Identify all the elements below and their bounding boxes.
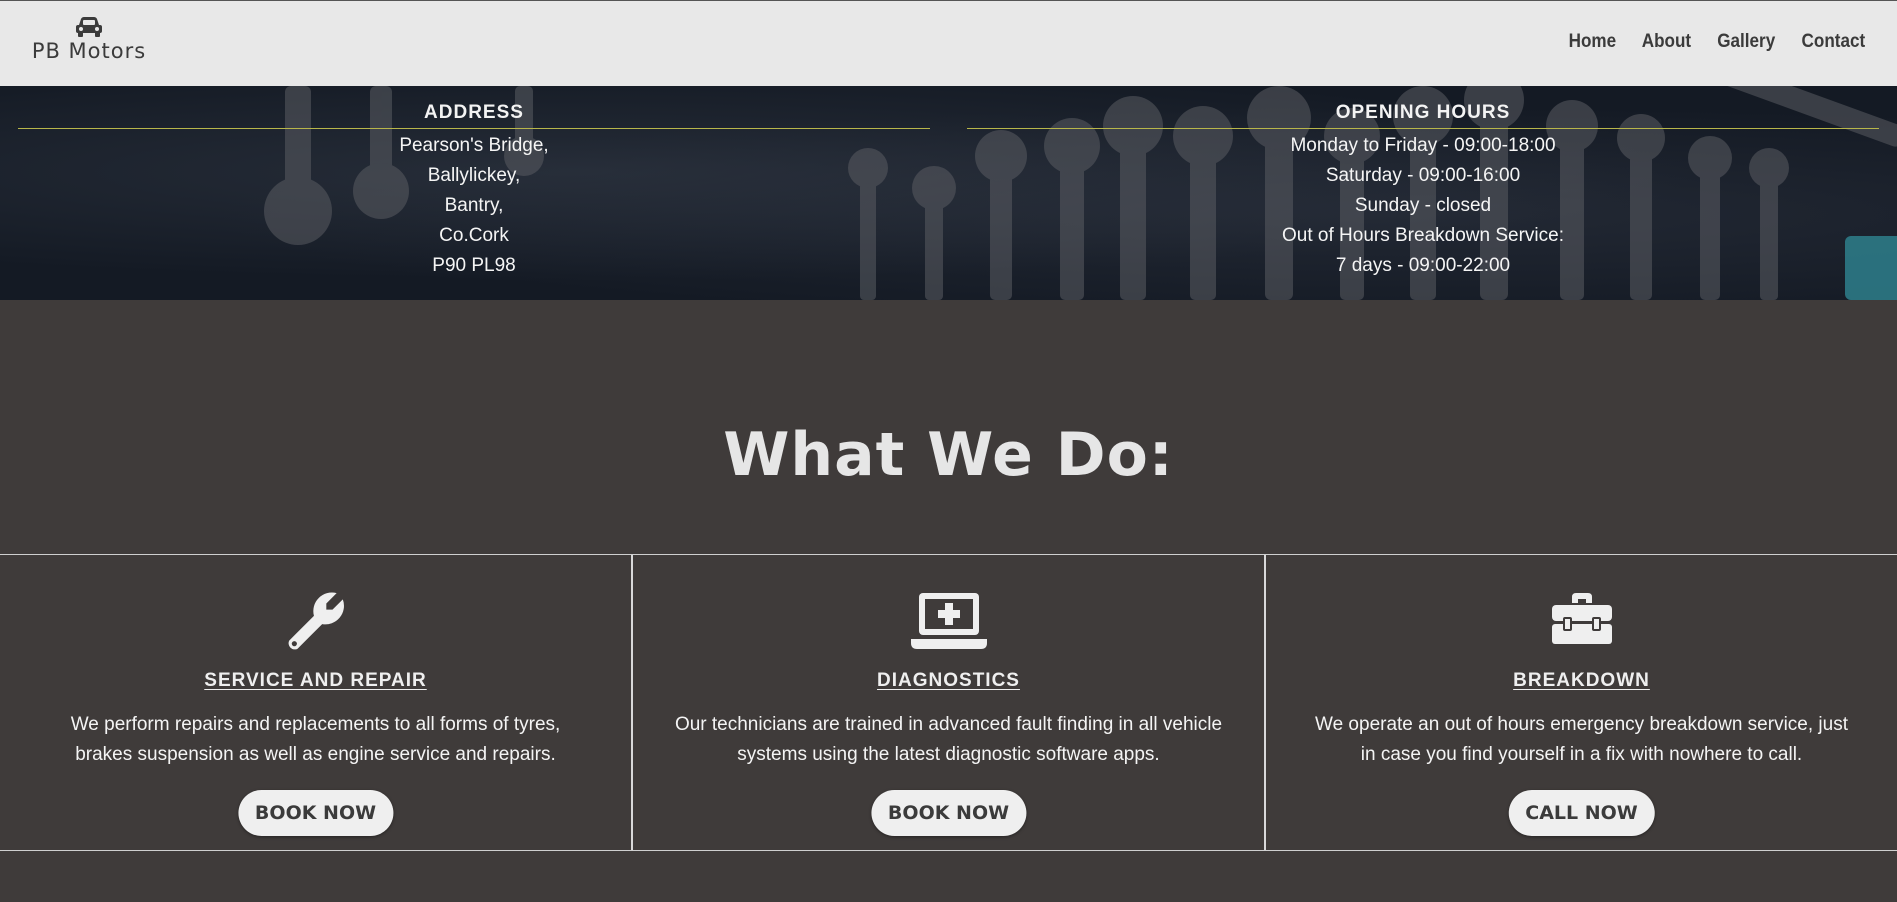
wrench-icon [288, 592, 344, 650]
service-card-text: We perform repairs and replacements to a… [70, 714, 561, 765]
nav-gallery-link[interactable]: Gallery [1717, 31, 1775, 53]
service-card-title: DIAGNOSTICS [877, 670, 1020, 691]
car-icon [76, 17, 102, 37]
book-now-button[interactable]: BOOK NOW [870, 790, 1027, 836]
services-cards: SERVICE AND REPAIR We perform repairs an… [0, 554, 1897, 851]
main-nav: Home About Gallery Contact [1566, 31, 1869, 53]
nav-about-link[interactable]: About [1642, 31, 1691, 53]
address-block: ADDRESS Pearson's Bridge, Ballylickey, B… [18, 102, 930, 281]
service-card-title: BREAKDOWN [1513, 670, 1650, 691]
hours-line: Out of Hours Breakdown Service: [1282, 225, 1564, 246]
address-line: Ballylickey, [427, 165, 521, 186]
service-card-text: We operate an out of hours emergency bre… [1315, 714, 1848, 765]
address-heading: ADDRESS [18, 102, 930, 129]
address-line: Pearson's Bridge, [399, 135, 549, 156]
service-card-diagnostics: DIAGNOSTICS Our technicians are trained … [633, 555, 1266, 850]
call-now-button[interactable]: CALL NOW [1508, 790, 1655, 836]
opening-hours-heading: OPENING HOURS [967, 102, 1879, 129]
service-card-breakdown: BREAKDOWN We operate an out of hours eme… [1266, 555, 1897, 850]
address-line: Bantry, [444, 195, 504, 216]
hours-line: 7 days - 09:00-22:00 [1335, 255, 1511, 276]
brand-logo[interactable]: PB Motors [20, 17, 158, 63]
opening-hours-block: OPENING HOURS Monday to Friday - 09:00-1… [967, 102, 1879, 281]
address-line: P90 PL98 [432, 255, 516, 276]
toolbox-icon [1551, 593, 1612, 644]
site-header: PB Motors Home About Gallery Contact [0, 0, 1897, 86]
brand-name: PB Motors [31, 39, 147, 63]
service-card-repair: SERVICE AND REPAIR We perform repairs an… [0, 555, 633, 850]
info-band: ADDRESS Pearson's Bridge, Ballylickey, B… [0, 86, 1897, 300]
book-now-button[interactable]: BOOK NOW [237, 790, 394, 836]
service-card-title: SERVICE AND REPAIR [204, 670, 427, 691]
service-card-text: Our technicians are trained in advanced … [674, 714, 1223, 765]
hours-line: Saturday - 09:00-16:00 [1325, 165, 1521, 186]
laptop-medical-icon [910, 593, 987, 649]
address-line: Co.Cork [439, 225, 509, 246]
nav-home-link[interactable]: Home [1569, 31, 1617, 53]
hours-line: Sunday - closed [1354, 195, 1492, 216]
section-title: What We Do: [723, 420, 1174, 491]
nav-contact-link[interactable]: Contact [1802, 31, 1866, 53]
hours-line: Monday to Friday - 09:00-18:00 [1290, 135, 1556, 156]
